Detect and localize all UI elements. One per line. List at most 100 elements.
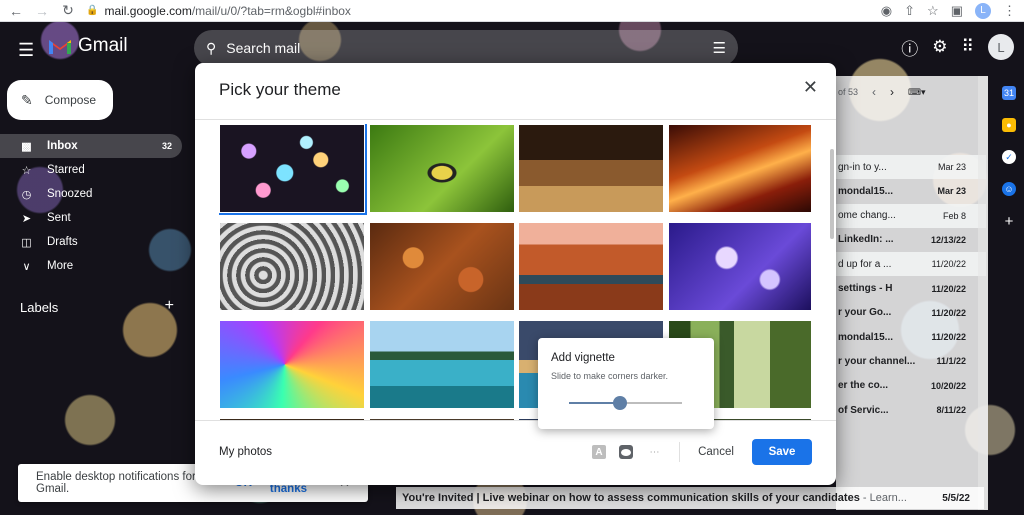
labels-heading: Labels xyxy=(20,300,59,315)
table-row[interactable]: LinkedIn: ... 12/13/22 xyxy=(836,228,986,252)
nav-item-more[interactable]: ∨ More xyxy=(0,254,182,278)
help-icon[interactable]: ⓘ xyxy=(901,35,918,60)
table-row[interactable]: mondal15... 11/20/22 xyxy=(836,325,986,349)
text-background-icon[interactable]: A xyxy=(592,445,606,459)
sidebar-toggle-icon[interactable]: ▣ xyxy=(951,3,963,19)
theme-thumbnail-rainbow-water[interactable] xyxy=(220,321,364,408)
mailbox-nav: ▩ Inbox 32 ☆ Starred ◷ Snoozed ➤ Sent ◫ … xyxy=(0,134,182,278)
draft-icon: ◫ xyxy=(21,236,32,249)
email-snippet: of Servic... xyxy=(838,404,889,416)
gmail-logo[interactable]: Gmail xyxy=(48,35,128,57)
theme-thumbnail-chess[interactable] xyxy=(519,125,663,212)
eye-icon[interactable]: ◉ xyxy=(881,3,892,19)
share-icon[interactable]: ⇧ xyxy=(904,3,915,19)
email-date: 11/20/22 xyxy=(931,332,966,343)
theme-thumbnail-caterpillar[interactable] xyxy=(369,125,514,212)
nav-item-starred[interactable]: ☆ Starred xyxy=(0,158,182,182)
email-snippet: gn-in to y... xyxy=(838,161,887,173)
search-input[interactable]: Search mail xyxy=(226,40,300,56)
search-icon[interactable]: ⚲ xyxy=(206,40,216,57)
forward-arrow-icon[interactable]: → xyxy=(34,3,50,19)
bookmark-star-icon[interactable]: ☆ xyxy=(927,3,939,19)
theme-thumbnail-canyon-river[interactable] xyxy=(519,223,663,310)
newer-chevron-icon[interactable]: ‹ xyxy=(872,85,876,99)
vignette-icon[interactable] xyxy=(619,445,633,459)
search-options-icon[interactable]: ☰ xyxy=(713,39,726,57)
divider xyxy=(195,420,836,421)
url-path: /mail/u/0/?tab=rm&ogbl#inbox xyxy=(191,3,351,18)
send-icon: ➤ xyxy=(21,212,32,225)
browser-profile-avatar[interactable]: L xyxy=(975,2,991,19)
email-date: Mar 23 xyxy=(937,186,966,197)
gmail-wordmark: Gmail xyxy=(78,35,128,56)
add-label-icon[interactable]: + xyxy=(165,298,174,315)
theme-grid xyxy=(219,124,811,420)
add-addon-icon[interactable]: + xyxy=(1002,213,1016,230)
tasks-icon[interactable]: ✓ xyxy=(1002,150,1016,164)
scrollbar-thumb[interactable] xyxy=(830,149,834,239)
table-row[interactable]: ome chang... Feb 8 xyxy=(836,203,986,228)
star-icon: ☆ xyxy=(21,164,32,177)
blur-icon[interactable]: ⋯ xyxy=(647,445,661,459)
keep-icon[interactable]: ● xyxy=(1002,118,1016,132)
email-date: Feb 8 xyxy=(942,210,966,221)
older-chevron-icon[interactable]: › xyxy=(890,85,894,99)
theme-thumbnail-jellyfish[interactable] xyxy=(668,223,811,310)
nav-item-inbox[interactable]: ▩ Inbox 32 xyxy=(0,134,182,158)
email-snippet: settings - H xyxy=(838,283,893,294)
email-date: 11/1/22 xyxy=(936,356,966,367)
back-arrow-icon[interactable]: ← xyxy=(8,3,24,19)
nav-item-snoozed[interactable]: ◷ Snoozed xyxy=(0,182,182,206)
vignette-popover: Add vignette Slide to make corners darke… xyxy=(538,338,714,429)
vignette-title: Add vignette xyxy=(551,352,615,364)
save-button[interactable]: Save xyxy=(752,439,812,465)
table-row[interactable]: You're Invited | Live webinar on how to … xyxy=(396,487,984,509)
email-date: 11/20/22 xyxy=(931,259,966,270)
account-avatar[interactable]: L xyxy=(988,34,1014,60)
table-row[interactable]: of Servic... 8/11/22 xyxy=(836,398,986,422)
my-photos-link[interactable]: My photos xyxy=(219,446,272,458)
apps-grid-icon[interactable]: ⠿ xyxy=(962,37,974,57)
gmail-m-icon xyxy=(49,40,71,54)
keyboard-icon[interactable]: ⌨▾ xyxy=(908,87,926,98)
reload-icon[interactable]: ↻ xyxy=(60,2,76,19)
slider-handle[interactable] xyxy=(612,396,627,410)
email-snippet: ome chang... xyxy=(838,210,896,222)
nav-label: Sent xyxy=(47,212,71,224)
table-row[interactable]: r your channel... 11/1/22 xyxy=(836,349,986,373)
theme-thumbnail-bokeh-lights[interactable] xyxy=(219,124,367,215)
theme-grid-scrollbar[interactable] xyxy=(829,119,835,419)
calendar-icon[interactable]: 31 xyxy=(1002,86,1016,100)
nav-item-drafts[interactable]: ◫ Drafts xyxy=(0,230,182,254)
vignette-slider[interactable] xyxy=(569,396,682,410)
theme-thumbnail-lake-islands[interactable] xyxy=(369,321,514,408)
email-snippet: d up for a ... xyxy=(838,258,892,270)
nav-item-sent[interactable]: ➤ Sent xyxy=(0,206,182,230)
list-scrollbar[interactable] xyxy=(978,76,988,510)
theme-thumbnail-pipes[interactable] xyxy=(220,223,364,310)
theme-thumbnail-autumn-leaves[interactable] xyxy=(369,223,514,310)
pencil-icon: ✎ xyxy=(21,91,33,108)
table-row[interactable]: r your Go... 11/20/22 xyxy=(836,301,986,325)
theme-thumbnail-canyon-red[interactable] xyxy=(668,125,811,212)
url-host: mail.google.com xyxy=(104,3,192,18)
email-date: 10/20/22 xyxy=(930,380,966,391)
kebab-menu-icon[interactable]: ⋮ xyxy=(1003,3,1016,19)
settings-gear-icon[interactable]: ⚙ xyxy=(932,37,947,57)
vignette-subtitle: Slide to make corners darker. xyxy=(551,371,669,381)
search-box[interactable]: ⚲ Search mail ☰ xyxy=(194,30,738,66)
table-row[interactable]: settings - H 11/20/22 xyxy=(836,277,986,301)
table-row[interactable]: d up for a ... 11/20/22 xyxy=(836,252,986,277)
contacts-icon[interactable]: ☺ xyxy=(1002,182,1016,196)
close-icon[interactable]: ✕ xyxy=(803,77,818,98)
address-bar[interactable]: 🔒 mail.google.com/mail/u/0/?tab=rm&ogbl#… xyxy=(86,2,871,20)
table-row[interactable]: mondal15... Mar 23 xyxy=(836,179,986,203)
email-snippet: r your Go... xyxy=(838,307,892,319)
compose-button[interactable]: ✎ Compose xyxy=(7,80,113,120)
table-row[interactable]: er the co... 10/20/22 xyxy=(836,374,986,398)
hamburger-menu-icon[interactable]: ☰ xyxy=(18,40,34,61)
unread-count: 32 xyxy=(161,141,172,151)
side-panel: 31 ● ✓ ☺ + xyxy=(994,76,1024,376)
cancel-button[interactable]: Cancel xyxy=(693,439,739,465)
table-row[interactable]: gn-in to y... Mar 23 xyxy=(836,155,986,179)
